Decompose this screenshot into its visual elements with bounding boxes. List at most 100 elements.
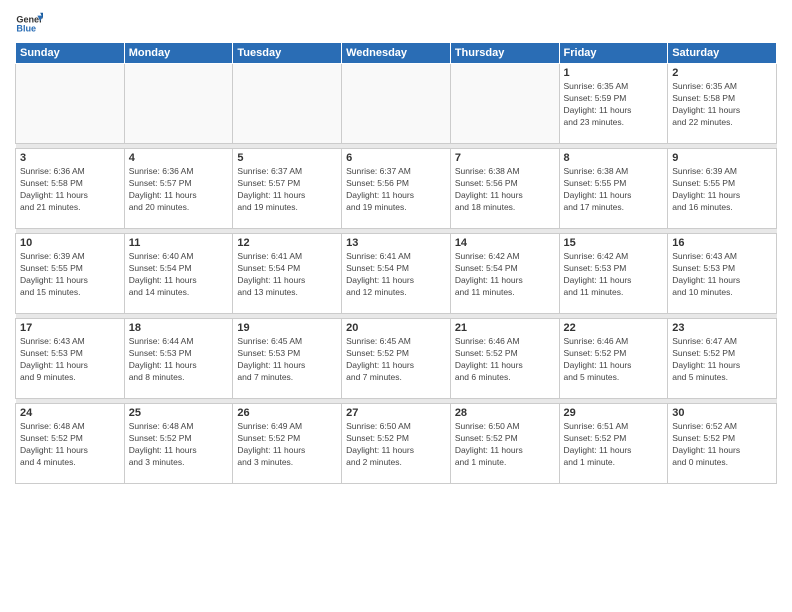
calendar-cell: 16Sunrise: 6:43 AM Sunset: 5:53 PM Dayli…	[668, 234, 777, 314]
calendar-cell	[233, 64, 342, 144]
day-number: 13	[346, 237, 446, 249]
day-number: 18	[129, 322, 229, 334]
weekday-header-tuesday: Tuesday	[233, 43, 342, 64]
calendar-cell: 18 Sunrise: 6:44 AM Sunset: 5:53 PM Dayli…	[124, 319, 233, 399]
calendar-cell: 4 Sunrise: 6:36 AM Sunset: 5:57 PM Daylig…	[124, 149, 233, 229]
calendar-cell: 1 Sunrise: 6:35 AM Sunset: 5:59 PM Daylig…	[559, 64, 668, 144]
calendar-cell	[124, 64, 233, 144]
weekday-header-wednesday: Wednesday	[342, 43, 451, 64]
day-info: Sunrise: 6:36 AM Sunset: 5:57 PM Dayligh…	[129, 166, 229, 214]
day-info: Sunrise: 6:46 AM Sunset: 5:52 PM Dayligh…	[455, 336, 555, 384]
day-number: 10	[20, 237, 120, 249]
calendar-cell: 17Sunrise: 6:43 AM Sunset: 5:53 PM Dayli…	[16, 319, 125, 399]
day-info: Sunrise: 6:52 AM Sunset: 5:52 PM Dayligh…	[672, 421, 772, 469]
day-info: Sunrise: 6:36 AM Sunset: 5:58 PM Dayligh…	[20, 166, 120, 214]
weekday-header-sunday: Sunday	[16, 43, 125, 64]
day-number: 25	[129, 407, 229, 419]
calendar-week-0: 1 Sunrise: 6:35 AM Sunset: 5:59 PM Daylig…	[16, 64, 777, 144]
day-number: 24	[20, 407, 120, 419]
day-number: 1	[564, 67, 664, 79]
logo: General Blue	[15, 10, 43, 38]
calendar-cell: 12 Sunrise: 6:41 AM Sunset: 5:54 PM Dayli…	[233, 234, 342, 314]
calendar-cell: 6 Sunrise: 6:37 AM Sunset: 5:56 PM Daylig…	[342, 149, 451, 229]
day-info: Sunrise: 6:44 AM Sunset: 5:53 PM Dayligh…	[129, 336, 229, 384]
day-info: Sunrise: 6:51 AM Sunset: 5:52 PM Dayligh…	[564, 421, 664, 469]
day-info: Sunrise: 6:35 AM Sunset: 5:59 PM Dayligh…	[564, 81, 664, 129]
weekday-header-friday: Friday	[559, 43, 668, 64]
calendar-cell: 15 Sunrise: 6:42 AM Sunset: 5:53 PM Dayli…	[559, 234, 668, 314]
calendar-cell: 26 Sunrise: 6:49 AM Sunset: 5:52 PM Dayli…	[233, 404, 342, 484]
logo-icon: General Blue	[15, 10, 43, 38]
calendar-cell: 25 Sunrise: 6:48 AM Sunset: 5:52 PM Dayli…	[124, 404, 233, 484]
day-number: 27	[346, 407, 446, 419]
calendar-week-3: 17Sunrise: 6:43 AM Sunset: 5:53 PM Dayli…	[16, 319, 777, 399]
day-number: 20	[346, 322, 446, 334]
day-info: Sunrise: 6:39 AM Sunset: 5:55 PM Dayligh…	[20, 251, 120, 299]
day-info: Sunrise: 6:38 AM Sunset: 5:56 PM Dayligh…	[455, 166, 555, 214]
day-info: Sunrise: 6:50 AM Sunset: 5:52 PM Dayligh…	[455, 421, 555, 469]
day-info: Sunrise: 6:45 AM Sunset: 5:53 PM Dayligh…	[237, 336, 337, 384]
calendar-header-row: SundayMondayTuesdayWednesdayThursdayFrid…	[16, 43, 777, 64]
day-number: 26	[237, 407, 337, 419]
day-number: 15	[564, 237, 664, 249]
calendar-cell: 19 Sunrise: 6:45 AM Sunset: 5:53 PM Dayli…	[233, 319, 342, 399]
calendar-cell: 2Sunrise: 6:35 AM Sunset: 5:58 PM Daylig…	[668, 64, 777, 144]
calendar-cell: 5 Sunrise: 6:37 AM Sunset: 5:57 PM Daylig…	[233, 149, 342, 229]
day-info: Sunrise: 6:38 AM Sunset: 5:55 PM Dayligh…	[564, 166, 664, 214]
day-number: 28	[455, 407, 555, 419]
day-info: Sunrise: 6:39 AM Sunset: 5:55 PM Dayligh…	[672, 166, 772, 214]
calendar-week-1: 3Sunrise: 6:36 AM Sunset: 5:58 PM Daylig…	[16, 149, 777, 229]
calendar-table: SundayMondayTuesdayWednesdayThursdayFrid…	[15, 42, 777, 484]
day-number: 17	[20, 322, 120, 334]
calendar-cell	[450, 64, 559, 144]
calendar-cell	[16, 64, 125, 144]
day-info: Sunrise: 6:50 AM Sunset: 5:52 PM Dayligh…	[346, 421, 446, 469]
calendar-cell: 27 Sunrise: 6:50 AM Sunset: 5:52 PM Dayli…	[342, 404, 451, 484]
day-number: 22	[564, 322, 664, 334]
calendar-week-4: 24 Sunrise: 6:48 AM Sunset: 5:52 PM Dayli…	[16, 404, 777, 484]
calendar-cell: 13 Sunrise: 6:41 AM Sunset: 5:54 PM Dayli…	[342, 234, 451, 314]
calendar-cell: 7 Sunrise: 6:38 AM Sunset: 5:56 PM Daylig…	[450, 149, 559, 229]
day-number: 23	[672, 322, 772, 334]
calendar-cell: 30 Sunrise: 6:52 AM Sunset: 5:52 PM Dayli…	[668, 404, 777, 484]
day-number: 9	[672, 152, 772, 164]
day-number: 30	[672, 407, 772, 419]
calendar-cell: 20 Sunrise: 6:45 AM Sunset: 5:52 PM Dayli…	[342, 319, 451, 399]
day-info: Sunrise: 6:47 AM Sunset: 5:52 PM Dayligh…	[672, 336, 772, 384]
calendar-cell: 3Sunrise: 6:36 AM Sunset: 5:58 PM Daylig…	[16, 149, 125, 229]
svg-text:Blue: Blue	[16, 24, 36, 34]
day-number: 6	[346, 152, 446, 164]
day-info: Sunrise: 6:49 AM Sunset: 5:52 PM Dayligh…	[237, 421, 337, 469]
day-number: 14	[455, 237, 555, 249]
weekday-header-saturday: Saturday	[668, 43, 777, 64]
day-number: 7	[455, 152, 555, 164]
weekday-header-monday: Monday	[124, 43, 233, 64]
day-info: Sunrise: 6:42 AM Sunset: 5:53 PM Dayligh…	[564, 251, 664, 299]
day-info: Sunrise: 6:41 AM Sunset: 5:54 PM Dayligh…	[346, 251, 446, 299]
day-info: Sunrise: 6:48 AM Sunset: 5:52 PM Dayligh…	[129, 421, 229, 469]
day-info: Sunrise: 6:45 AM Sunset: 5:52 PM Dayligh…	[346, 336, 446, 384]
calendar-cell: 29 Sunrise: 6:51 AM Sunset: 5:52 PM Dayli…	[559, 404, 668, 484]
day-info: Sunrise: 6:41 AM Sunset: 5:54 PM Dayligh…	[237, 251, 337, 299]
day-info: Sunrise: 6:48 AM Sunset: 5:52 PM Dayligh…	[20, 421, 120, 469]
calendar-cell: 22Sunrise: 6:46 AM Sunset: 5:52 PM Dayli…	[559, 319, 668, 399]
day-number: 12	[237, 237, 337, 249]
day-info: Sunrise: 6:37 AM Sunset: 5:57 PM Dayligh…	[237, 166, 337, 214]
calendar-cell: 9 Sunrise: 6:39 AM Sunset: 5:55 PM Daylig…	[668, 149, 777, 229]
calendar-cell	[342, 64, 451, 144]
weekday-header-thursday: Thursday	[450, 43, 559, 64]
calendar-cell: 8Sunrise: 6:38 AM Sunset: 5:55 PM Daylig…	[559, 149, 668, 229]
day-number: 4	[129, 152, 229, 164]
calendar-cell: 23 Sunrise: 6:47 AM Sunset: 5:52 PM Dayli…	[668, 319, 777, 399]
calendar-cell: 24 Sunrise: 6:48 AM Sunset: 5:52 PM Dayli…	[16, 404, 125, 484]
calendar-week-2: 10 Sunrise: 6:39 AM Sunset: 5:55 PM Dayli…	[16, 234, 777, 314]
day-number: 29	[564, 407, 664, 419]
calendar-cell: 11Sunrise: 6:40 AM Sunset: 5:54 PM Dayli…	[124, 234, 233, 314]
day-info: Sunrise: 6:42 AM Sunset: 5:54 PM Dayligh…	[455, 251, 555, 299]
day-number: 16	[672, 237, 772, 249]
day-info: Sunrise: 6:37 AM Sunset: 5:56 PM Dayligh…	[346, 166, 446, 214]
calendar-cell: 10 Sunrise: 6:39 AM Sunset: 5:55 PM Dayli…	[16, 234, 125, 314]
day-number: 19	[237, 322, 337, 334]
day-number: 5	[237, 152, 337, 164]
calendar-cell: 21Sunrise: 6:46 AM Sunset: 5:52 PM Dayli…	[450, 319, 559, 399]
